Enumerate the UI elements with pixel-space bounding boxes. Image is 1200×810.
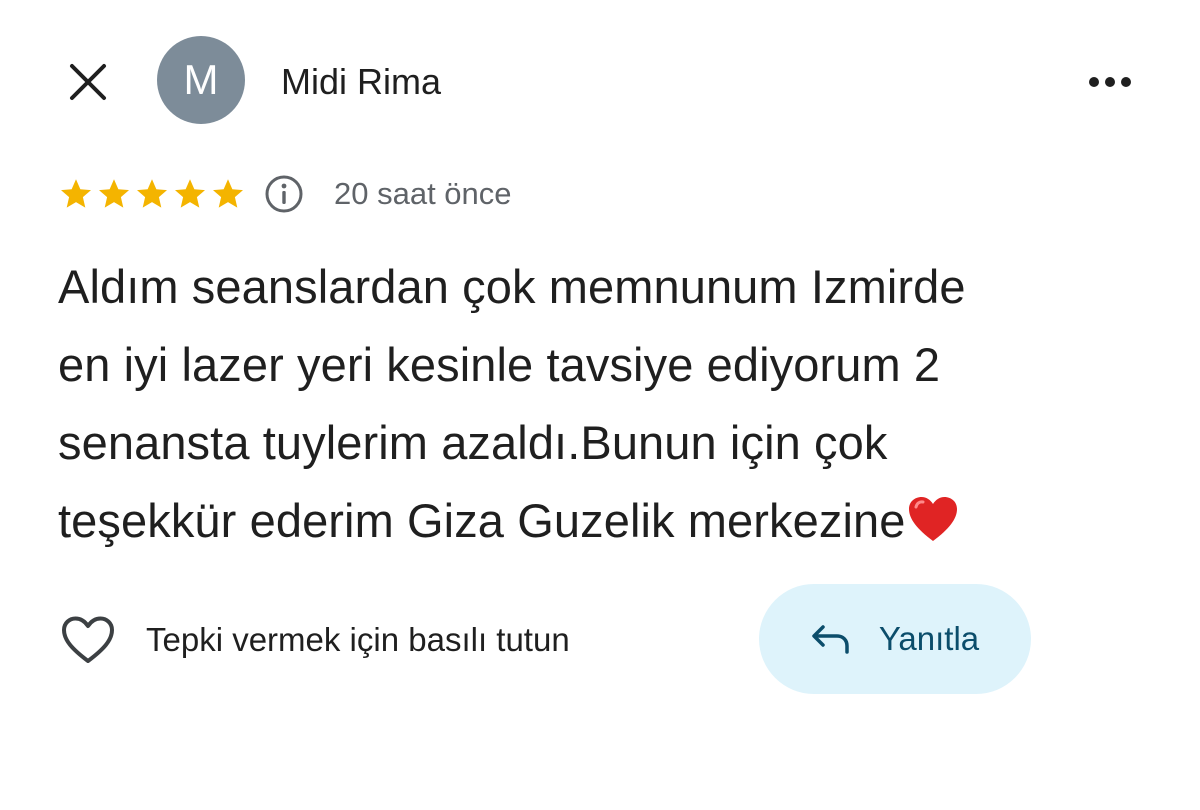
review-text-line: teşekkür ederim Giza Guzelik merkezine bbox=[58, 494, 906, 547]
info-icon bbox=[265, 175, 303, 213]
review-text: Aldım seanslardan çok memnunum Izmirde e… bbox=[58, 248, 1158, 566]
avatar[interactable]: M bbox=[157, 36, 245, 124]
more-options-button[interactable] bbox=[1080, 56, 1140, 108]
review-text-line: en iyi lazer yeri kesinle tavsiye ediyor… bbox=[58, 338, 941, 391]
close-button[interactable] bbox=[62, 56, 114, 108]
more-horizontal-icon bbox=[1089, 77, 1131, 87]
info-button[interactable] bbox=[264, 174, 304, 214]
heart-outline-icon bbox=[62, 616, 114, 663]
reply-icon bbox=[812, 625, 849, 654]
star-icon bbox=[175, 179, 205, 208]
author-name[interactable]: Midi Rima bbox=[281, 60, 441, 104]
reply-button[interactable]: Yanıtla bbox=[759, 584, 1031, 694]
avatar-letter: M bbox=[183, 56, 219, 103]
star-icon bbox=[137, 179, 167, 208]
review-detail-panel: M Midi Rima 20 saat önce Aldım seanslard… bbox=[0, 0, 1200, 810]
close-icon bbox=[70, 64, 106, 100]
review-text-line-last: teşekkür ederim Giza Guzelik merkezine bbox=[58, 482, 1158, 566]
review-text-line: senansta tuylerim azaldı.Bunun için çok bbox=[58, 416, 888, 469]
star-rating bbox=[58, 176, 246, 212]
review-text-line: Aldım seanslardan çok memnunum Izmirde bbox=[58, 260, 966, 313]
review-time: 20 saat önce bbox=[334, 176, 512, 211]
react-button[interactable]: Tepki vermek için basılı tutun bbox=[60, 612, 570, 668]
review-actions: Tepki vermek için basılı tutun Yanıtla bbox=[0, 582, 1200, 694]
star-icon bbox=[99, 179, 129, 208]
red-heart-icon bbox=[907, 488, 959, 566]
reply-label: Yanıtla bbox=[878, 620, 980, 657]
react-label: Tepki vermek için basılı tutun bbox=[146, 621, 570, 658]
star-icon bbox=[213, 179, 243, 208]
review-header: M Midi Rima bbox=[0, 0, 1200, 160]
star-icon bbox=[61, 179, 91, 208]
review-meta: 20 saat önce bbox=[58, 170, 512, 218]
